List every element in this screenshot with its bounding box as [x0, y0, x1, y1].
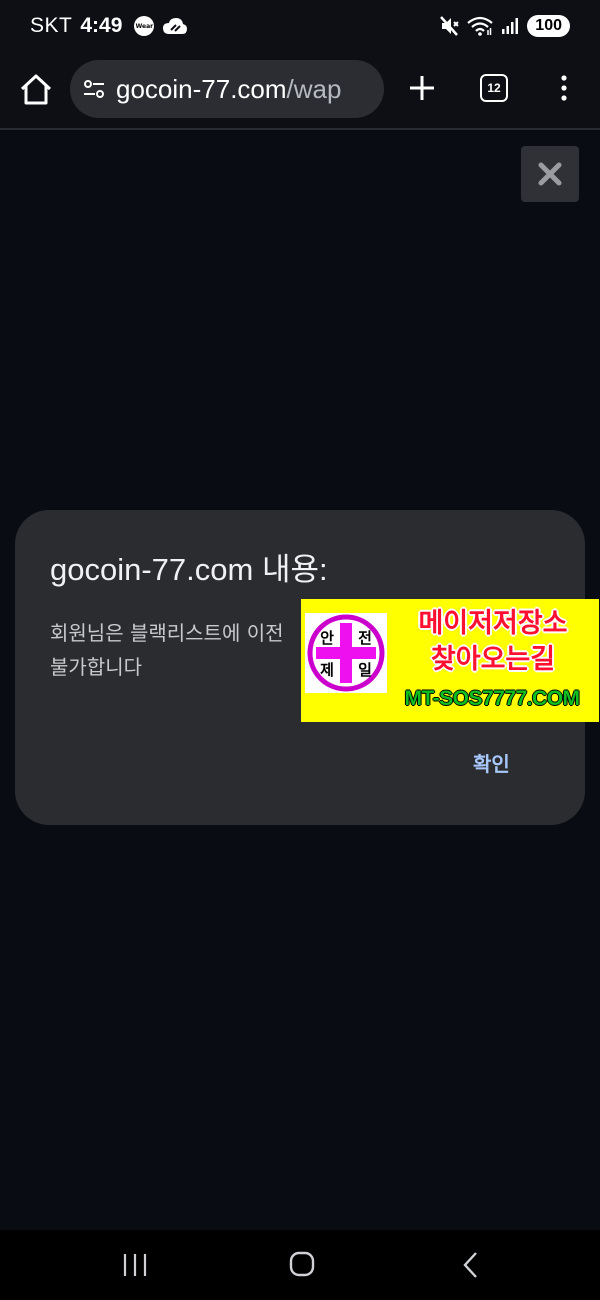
safety-cross-icon: 안 전 제 일 [307, 614, 385, 692]
url-host: gocoin-77.com [116, 73, 287, 104]
close-button[interactable] [521, 146, 579, 202]
signal-icon [502, 18, 519, 34]
carrier-label: SKT [30, 14, 73, 37]
close-icon [538, 162, 562, 186]
mute-icon [440, 16, 460, 36]
status-bar: SKT 4:49 Wear 100 [0, 0, 600, 58]
tabs-icon[interactable]: 12 [480, 74, 508, 102]
plus-icon[interactable] [406, 72, 438, 104]
logo-char: 안 [320, 629, 334, 647]
ok-button[interactable]: 확인 [473, 748, 510, 777]
browser-toolbar: gocoin-77.com/wap 12 [0, 58, 600, 130]
watermark-banner: 안 전 제 일 메이저저장소 찾아오는길 MT-SOS7777.COM [301, 599, 599, 722]
dialog-title: gocoin-77.com 내용: [50, 552, 328, 587]
status-right: 100 [439, 15, 570, 37]
url-path: /wap [286, 73, 342, 104]
clock: 4:49 [80, 14, 123, 37]
home-nav-icon[interactable] [288, 1250, 316, 1278]
more-vert-icon[interactable] [558, 74, 570, 102]
banner-subheadline: 찾아오는길 [430, 644, 556, 675]
status-left: SKT 4:49 Wear [30, 14, 188, 38]
logo-char: 제 [320, 661, 334, 679]
back-icon[interactable] [460, 1250, 482, 1280]
wifi-icon [467, 16, 494, 36]
home-icon[interactable] [18, 72, 54, 108]
wear-icon: Wear [134, 16, 155, 36]
navigation-bar [0, 1230, 600, 1300]
recents-icon[interactable] [122, 1252, 148, 1278]
cloud-icon [163, 18, 188, 34]
address-bar[interactable]: gocoin-77.com/wap [70, 60, 384, 118]
url-text[interactable]: gocoin-77.com/wap [116, 74, 341, 105]
banner-logo: 안 전 제 일 [305, 613, 387, 693]
banner-url: MT-SOS7777.COM [404, 687, 580, 710]
logo-char: 전 [358, 629, 372, 647]
banner-headline: 메이저저장소 [418, 608, 568, 639]
logo-char: 일 [358, 661, 372, 679]
site-settings-icon[interactable] [82, 77, 106, 101]
battery-indicator: 100 [527, 15, 570, 37]
tab-count: 12 [487, 81, 501, 95]
